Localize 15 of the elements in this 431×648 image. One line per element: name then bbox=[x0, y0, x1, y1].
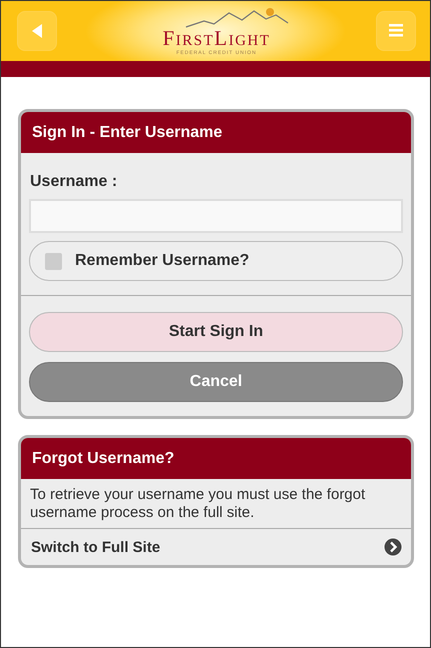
mountain-logo-icon bbox=[184, 5, 290, 29]
logo-text: FirstLight bbox=[162, 27, 270, 49]
username-field[interactable] bbox=[29, 199, 403, 233]
full-site-link[interactable]: Switch to Full Site bbox=[21, 529, 411, 565]
remember-checkbox-row[interactable]: Remember Username? bbox=[29, 241, 403, 281]
menu-button[interactable] bbox=[376, 11, 416, 51]
username-label: Username : bbox=[30, 173, 118, 191]
back-button[interactable] bbox=[17, 11, 57, 51]
card-title: Forgot Username? bbox=[21, 438, 411, 479]
start-sign-in-button[interactable]: Start Sign In bbox=[29, 312, 403, 352]
remember-label: Remember Username? bbox=[75, 252, 250, 270]
card-title: Sign In - Enter Username bbox=[21, 112, 411, 153]
checkbox[interactable] bbox=[45, 252, 62, 270]
info-text: To retrieve your username you must use the forgot username process on the full site. bbox=[21, 479, 411, 529]
chevron-right-icon bbox=[384, 538, 402, 556]
